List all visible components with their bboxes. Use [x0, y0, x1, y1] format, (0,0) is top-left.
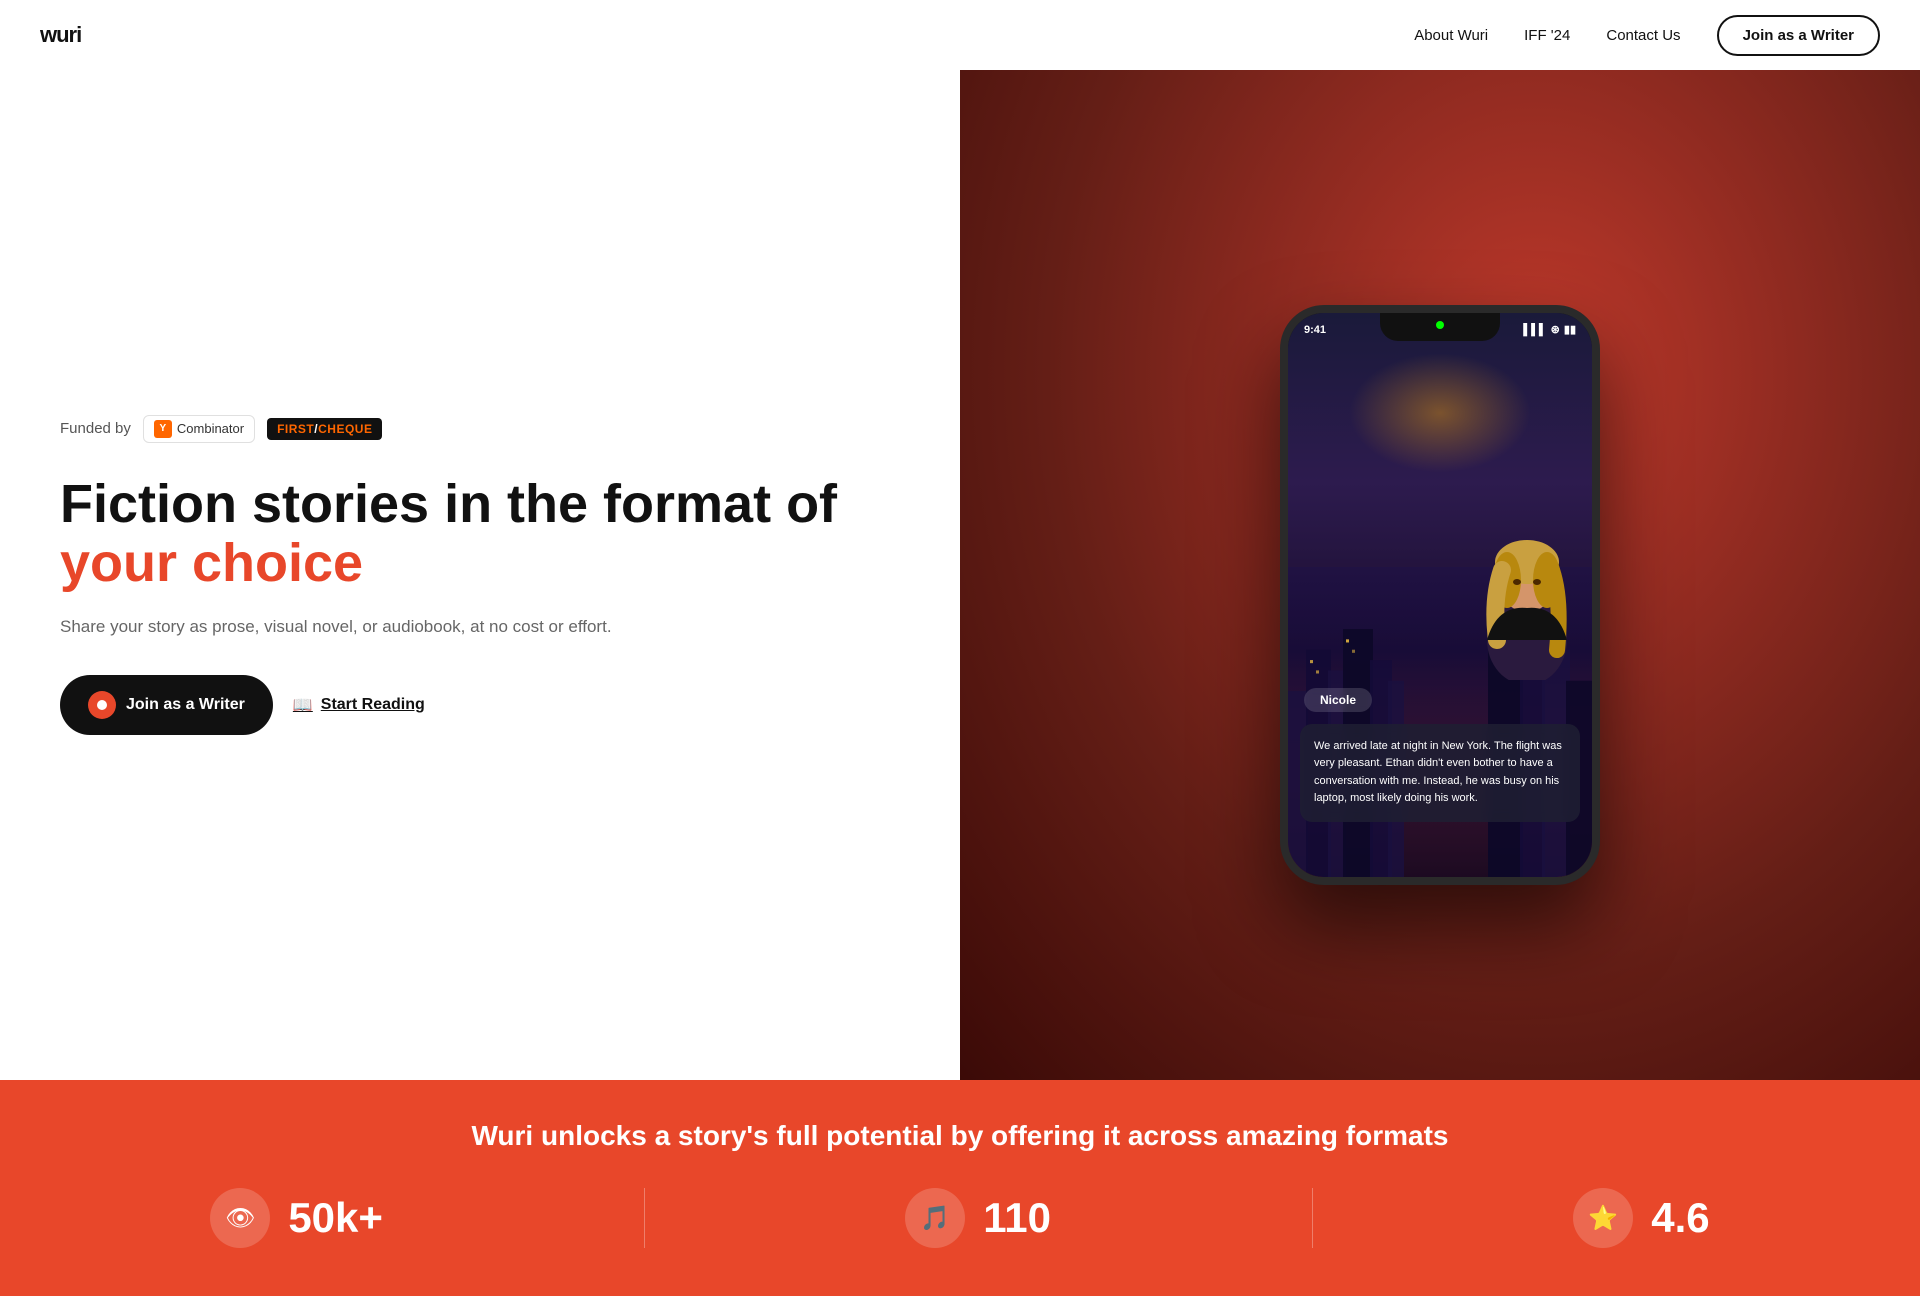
headline-highlight: your choice	[60, 533, 363, 593]
phone-time: 9:41	[1304, 324, 1326, 336]
hero-right: 9:41 ▌▌▌ ⊛ ▮▮	[960, 70, 1920, 1080]
yc-badge: Y Combinator	[143, 415, 255, 443]
hero-section: Funded by Y Combinator FIRST/CHEQUE Fict…	[0, 0, 1920, 1080]
yc-logo-icon: Y	[154, 420, 172, 438]
phone-mockup: 9:41 ▌▌▌ ⊛ ▮▮	[1280, 305, 1600, 885]
nav-contact[interactable]: Contact Us	[1606, 27, 1680, 44]
logo: wuri	[40, 22, 81, 48]
start-reading-button[interactable]: 📖 Start Reading	[293, 695, 425, 715]
bottom-section: Wuri unlocks a story's full potential by…	[0, 1080, 1920, 1296]
rating-icon: ⭐	[1573, 1188, 1633, 1248]
nav-iff[interactable]: IFF '24	[1524, 27, 1570, 44]
audio-value: 110	[983, 1197, 1051, 1239]
character-svg	[1462, 500, 1592, 680]
pen-icon	[95, 698, 109, 712]
dialog-bubble: We arrived late at night in New York. Th…	[1300, 724, 1580, 822]
funded-label: Funded by	[60, 420, 131, 437]
writer-button-icon	[88, 691, 116, 719]
stat-readers: 👁 50k+	[210, 1188, 383, 1248]
hero-left: Funded by Y Combinator FIRST/CHEQUE Fict…	[0, 70, 960, 1080]
sky-glow	[1349, 353, 1531, 473]
wifi-icon: ⊛	[1551, 323, 1560, 336]
nav-links: About Wuri IFF '24 Contact Us Join as a …	[1414, 15, 1880, 56]
phone-frame: 9:41 ▌▌▌ ⊛ ▮▮	[1280, 305, 1600, 885]
fc-badge: FIRST/CHEQUE	[267, 418, 382, 440]
readers-value: 50k+	[288, 1197, 383, 1239]
hero-subtext: Share your story as prose, visual novel,…	[60, 614, 900, 640]
funded-by-row: Funded by Y Combinator FIRST/CHEQUE	[60, 415, 900, 443]
yc-text: Combinator	[177, 421, 244, 436]
nav-join-button[interactable]: Join as a Writer	[1717, 15, 1880, 56]
book-icon: 📖	[293, 695, 313, 715]
navbar: wuri About Wuri IFF '24 Contact Us Join …	[0, 0, 1920, 70]
stat-divider-1	[644, 1188, 645, 1248]
status-icons: ▌▌▌ ⊛ ▮▮	[1523, 323, 1576, 336]
audio-icon: 🎵	[905, 1188, 965, 1248]
bottom-stats: 👁 50k+ 🎵 110 ⭐ 4.6	[80, 1188, 1840, 1248]
character-figure	[1462, 500, 1592, 680]
join-writer-button[interactable]: Join as a Writer	[60, 675, 273, 735]
hero-headline: Fiction stories in the format of your ch…	[60, 475, 900, 594]
battery-icon: ▮▮	[1564, 323, 1576, 336]
readers-icon: 👁	[210, 1188, 270, 1248]
phone-green-dot	[1436, 321, 1444, 329]
character-name-bubble: Nicole	[1304, 688, 1372, 712]
phone-screen: 9:41 ▌▌▌ ⊛ ▮▮	[1288, 313, 1592, 877]
nav-about[interactable]: About Wuri	[1414, 27, 1488, 44]
bottom-tagline: Wuri unlocks a story's full potential by…	[80, 1120, 1840, 1152]
signal-icon: ▌▌▌	[1523, 324, 1546, 336]
cta-row: Join as a Writer 📖 Start Reading	[60, 675, 900, 735]
stat-rating: ⭐ 4.6	[1573, 1188, 1709, 1248]
rating-value: 4.6	[1651, 1197, 1709, 1239]
stat-audio: 🎵 110	[905, 1188, 1051, 1248]
stat-divider-2	[1312, 1188, 1313, 1248]
